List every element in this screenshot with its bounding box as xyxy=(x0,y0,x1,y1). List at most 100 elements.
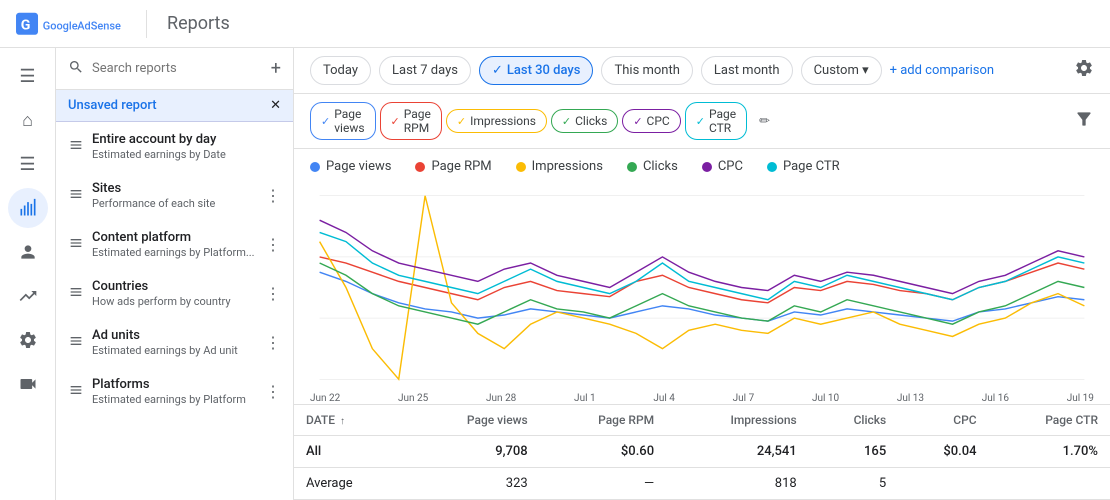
sidebar-item-ad-units[interactable]: Ad units Estimated earnings by Ad unit ⋮ xyxy=(56,318,293,367)
col-header-page_rpm[interactable]: Page RPM xyxy=(540,405,666,436)
col-header-page_views[interactable]: Page views xyxy=(406,405,540,436)
filter-chips-bar: ✓ Page views ✓ Page RPM ✓ Impressions ✓ … xyxy=(294,94,1110,149)
more-options-icon-countries[interactable]: ⋮ xyxy=(265,284,281,303)
filter-chip-cpc[interactable]: ✓ CPC xyxy=(622,109,680,133)
sidebar-item-platforms[interactable]: Platforms Estimated earnings by Platform… xyxy=(56,367,293,416)
cell-average-page_rpm: — xyxy=(540,468,666,500)
x-axis-label: Jul 16 xyxy=(982,393,1009,404)
sidebar-item-title-countries: Countries xyxy=(92,279,257,294)
logo: G Google AdSense xyxy=(16,12,126,36)
x-axis-label: Jun 28 xyxy=(486,393,516,404)
more-options-icon-platforms[interactable]: ⋮ xyxy=(265,382,281,401)
settings-icon[interactable] xyxy=(1074,58,1094,83)
filter-chip-page-views[interactable]: ✓ Page views xyxy=(310,102,376,140)
sidebar-item-subtitle-sites: Performance of each site xyxy=(92,197,257,210)
col-header-impressions[interactable]: Impressions xyxy=(666,405,809,436)
date-toolbar: Today Last 7 days ✓ Last 30 days This mo… xyxy=(294,48,1110,94)
sidebar-item-subtitle-countries: How ads perform by country xyxy=(92,295,257,308)
legend-item-page-ctr: Page CTR xyxy=(767,159,840,174)
filter-chip-page-ctr[interactable]: ✓ Page CTR xyxy=(685,102,747,140)
filter-chip-impressions[interactable]: ✓ Impressions xyxy=(446,109,547,133)
this-month-button[interactable]: This month xyxy=(601,56,692,85)
nav-menu-icon[interactable]: ☰ xyxy=(8,56,48,96)
legend-item-page-views: Page views xyxy=(310,159,391,174)
sort-icon: ↑ xyxy=(340,416,345,427)
sidebar: + Unsaved report ✕ Entire account by day… xyxy=(56,48,294,500)
custom-button[interactable]: Custom ▾ xyxy=(801,56,882,85)
sidebar-item-title-content-platform: Content platform xyxy=(92,230,257,245)
sidebar-item-title-sites: Sites xyxy=(92,181,257,196)
sidebar-search-bar[interactable]: + xyxy=(56,48,293,90)
table-header: DATE ↑Page viewsPage RPMImpressionsClick… xyxy=(294,405,1110,436)
cell-average-page_views: 323 xyxy=(406,468,540,500)
table-row-all: All9,708$0.6024,541165$0.041.70% xyxy=(294,436,1110,468)
nav-home-icon[interactable]: ⌂ xyxy=(8,100,48,140)
last7-button[interactable]: Last 7 days xyxy=(379,56,471,85)
cell-all-date: All xyxy=(294,436,406,468)
sidebar-item-entire-account[interactable]: Entire account by day Estimated earnings… xyxy=(56,122,293,171)
sidebar-item-countries[interactable]: Countries How ads perform by country ⋮ xyxy=(56,269,293,318)
filter-chip-page-rpm[interactable]: ✓ Page RPM xyxy=(380,102,442,140)
cell-average-page_ctr xyxy=(989,468,1110,500)
close-unsaved-icon[interactable]: ✕ xyxy=(270,98,281,113)
x-axis-label: Jul 19 xyxy=(1067,393,1094,404)
chip-check-page-ctr: ✓ xyxy=(696,115,705,128)
today-button[interactable]: Today xyxy=(310,56,371,85)
legend-label: Clicks xyxy=(643,159,678,174)
legend-label: Page CTR xyxy=(783,159,840,174)
legend-dot xyxy=(627,162,637,172)
chip-check-page-views: ✓ xyxy=(321,115,330,128)
col-header-date[interactable]: DATE ↑ xyxy=(294,405,406,436)
sidebar-item-subtitle-content-platform: Estimated earnings by Platform... xyxy=(92,246,257,259)
page-title: Reports xyxy=(167,13,230,34)
filter-chip-clicks[interactable]: ✓ Clicks xyxy=(551,109,618,133)
nav-trending-icon[interactable] xyxy=(8,276,48,316)
sidebar-item-icon-ad-units xyxy=(68,333,84,353)
chip-check-page-rpm: ✓ xyxy=(391,115,400,128)
svg-text:Google: Google xyxy=(43,19,78,32)
nav-person-icon[interactable] xyxy=(8,232,48,272)
sidebar-item-sites[interactable]: Sites Performance of each site ⋮ xyxy=(56,171,293,220)
icon-nav: ☰ ⌂ ☰ xyxy=(0,48,56,500)
edit-metrics-icon[interactable]: ✏ xyxy=(759,114,770,129)
legend-label: Page RPM xyxy=(431,159,491,174)
cell-all-impressions: 24,541 xyxy=(666,436,809,468)
x-axis-label: Jul 7 xyxy=(733,393,755,404)
main-content: Today Last 7 days ✓ Last 30 days This mo… xyxy=(294,48,1110,500)
legend-label: Page views xyxy=(326,159,391,174)
x-axis-label: Jul 4 xyxy=(653,393,675,404)
last-month-button[interactable]: Last month xyxy=(701,56,793,85)
col-header-clicks[interactable]: Clicks xyxy=(809,405,899,436)
more-options-icon-sites[interactable]: ⋮ xyxy=(265,186,281,205)
more-options-icon-content-platform[interactable]: ⋮ xyxy=(265,235,281,254)
x-axis-label: Jun 22 xyxy=(310,393,340,404)
adsense-logo: G Google AdSense xyxy=(16,12,126,36)
chip-label-cpc: CPC xyxy=(647,114,670,128)
more-options-icon-ad-units[interactable]: ⋮ xyxy=(265,333,281,352)
nav-chart-icon[interactable] xyxy=(8,188,48,228)
filter-icon[interactable] xyxy=(1074,109,1094,133)
add-report-icon[interactable]: + xyxy=(271,58,281,79)
nav-doc-icon[interactable]: ☰ xyxy=(8,144,48,184)
sidebar-item-text-countries: Countries How ads perform by country xyxy=(92,279,257,308)
col-header-page_ctr[interactable]: Page CTR xyxy=(989,405,1110,436)
nav-settings-icon[interactable] xyxy=(8,320,48,360)
sidebar-item-content-platform[interactable]: Content platform Estimated earnings by P… xyxy=(56,220,293,269)
check-icon: ✓ xyxy=(492,63,503,78)
legend-dot xyxy=(702,162,712,172)
last30-button[interactable]: ✓ Last 30 days xyxy=(479,56,594,85)
chip-label-page-rpm: Page RPM xyxy=(404,107,431,135)
legend-dot xyxy=(516,162,526,172)
table-body: All9,708$0.6024,541165$0.041.70%Average3… xyxy=(294,436,1110,500)
search-input[interactable] xyxy=(92,61,263,76)
legend-item-cpc: CPC xyxy=(702,159,743,174)
add-comparison-button[interactable]: + add comparison xyxy=(890,63,994,78)
cell-all-page_ctr: 1.70% xyxy=(989,436,1110,468)
svg-text:AdSense: AdSense xyxy=(77,19,121,32)
sidebar-item-text-content-platform: Content platform Estimated earnings by P… xyxy=(92,230,257,259)
cell-average-date: Average xyxy=(294,468,406,500)
chevron-down-icon: ▾ xyxy=(862,63,869,78)
nav-video-icon[interactable] xyxy=(8,364,48,404)
cell-all-cpc: $0.04 xyxy=(898,436,988,468)
col-header-cpc[interactable]: CPC xyxy=(898,405,988,436)
